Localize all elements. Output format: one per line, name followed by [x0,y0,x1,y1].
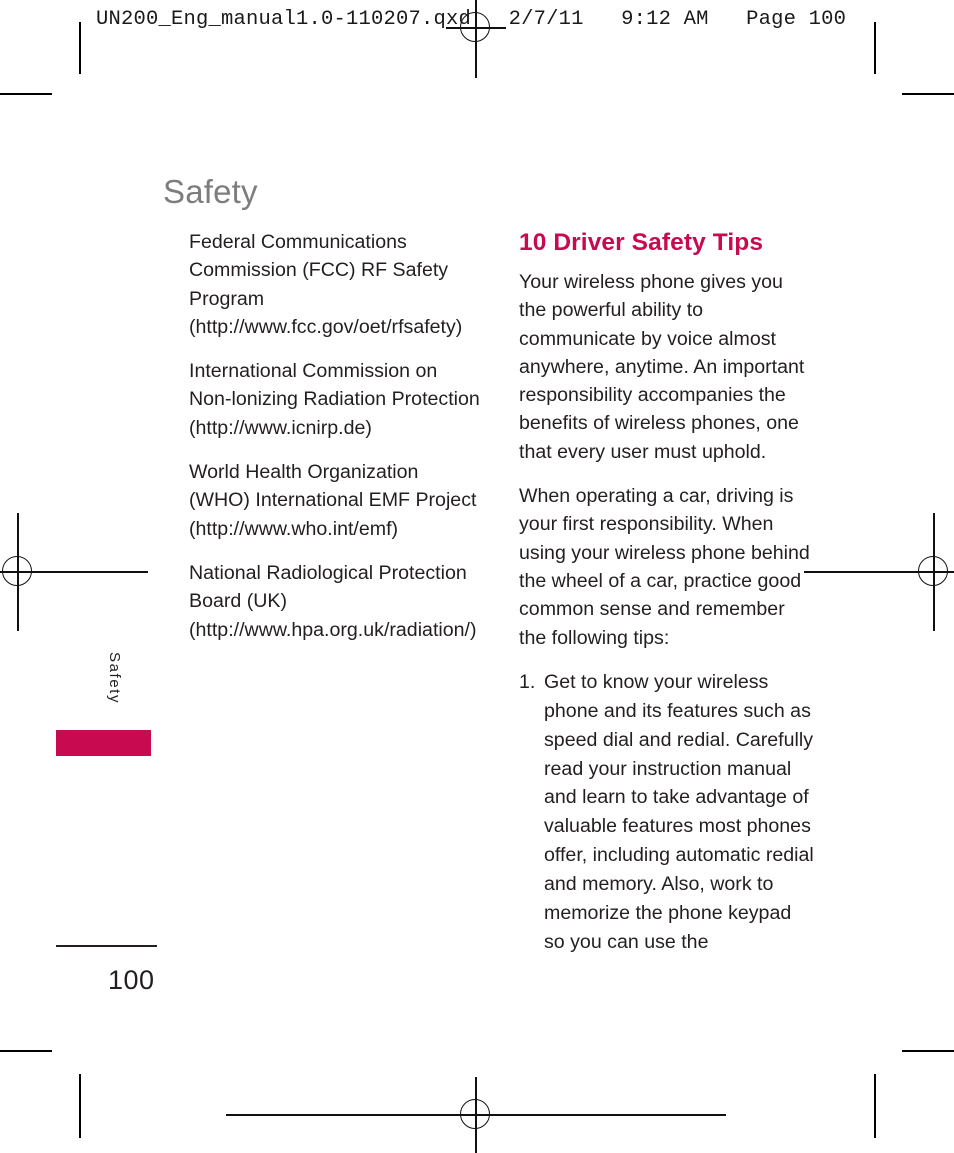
left-paragraph-2: International Commission on Non-lonizing… [189,360,480,439]
folio-number: 100 [108,965,155,995]
list-item-number: 1. [519,670,536,693]
left-column: Federal Communications Commission (FCC) … [189,228,481,660]
right-paragraph-1: Your wireless phone gives you the powerf… [519,271,805,463]
right-column: 10 Driver Safety Tips Your wireless phon… [519,228,815,971]
right-paragraph-2: When operating a car, driving is your fi… [519,485,810,649]
thumb-tab-bar [56,730,151,756]
left-paragraph-3: World Health Organization (WHO) Internat… [189,461,477,540]
left-paragraph-1: Federal Communications Commission (FCC) … [189,231,463,338]
list-item-text: Get to know your wireless phone and its … [544,670,814,954]
thumb-tab-label: Safety [106,652,123,705]
list-item: 1. Get to know your wireless phone and i… [519,668,815,957]
left-paragraph-4: National Radiological Protection Board (… [189,561,477,641]
section-heading-driver-safety-tips: 10 Driver Safety Tips [519,229,764,256]
page-title: Safety [163,173,258,211]
folio-rule [56,945,157,947]
manual-page: Safety Federal Communications Commission… [0,0,954,1145]
driver-safety-tips-list: 1. Get to know your wireless phone and i… [519,668,815,957]
